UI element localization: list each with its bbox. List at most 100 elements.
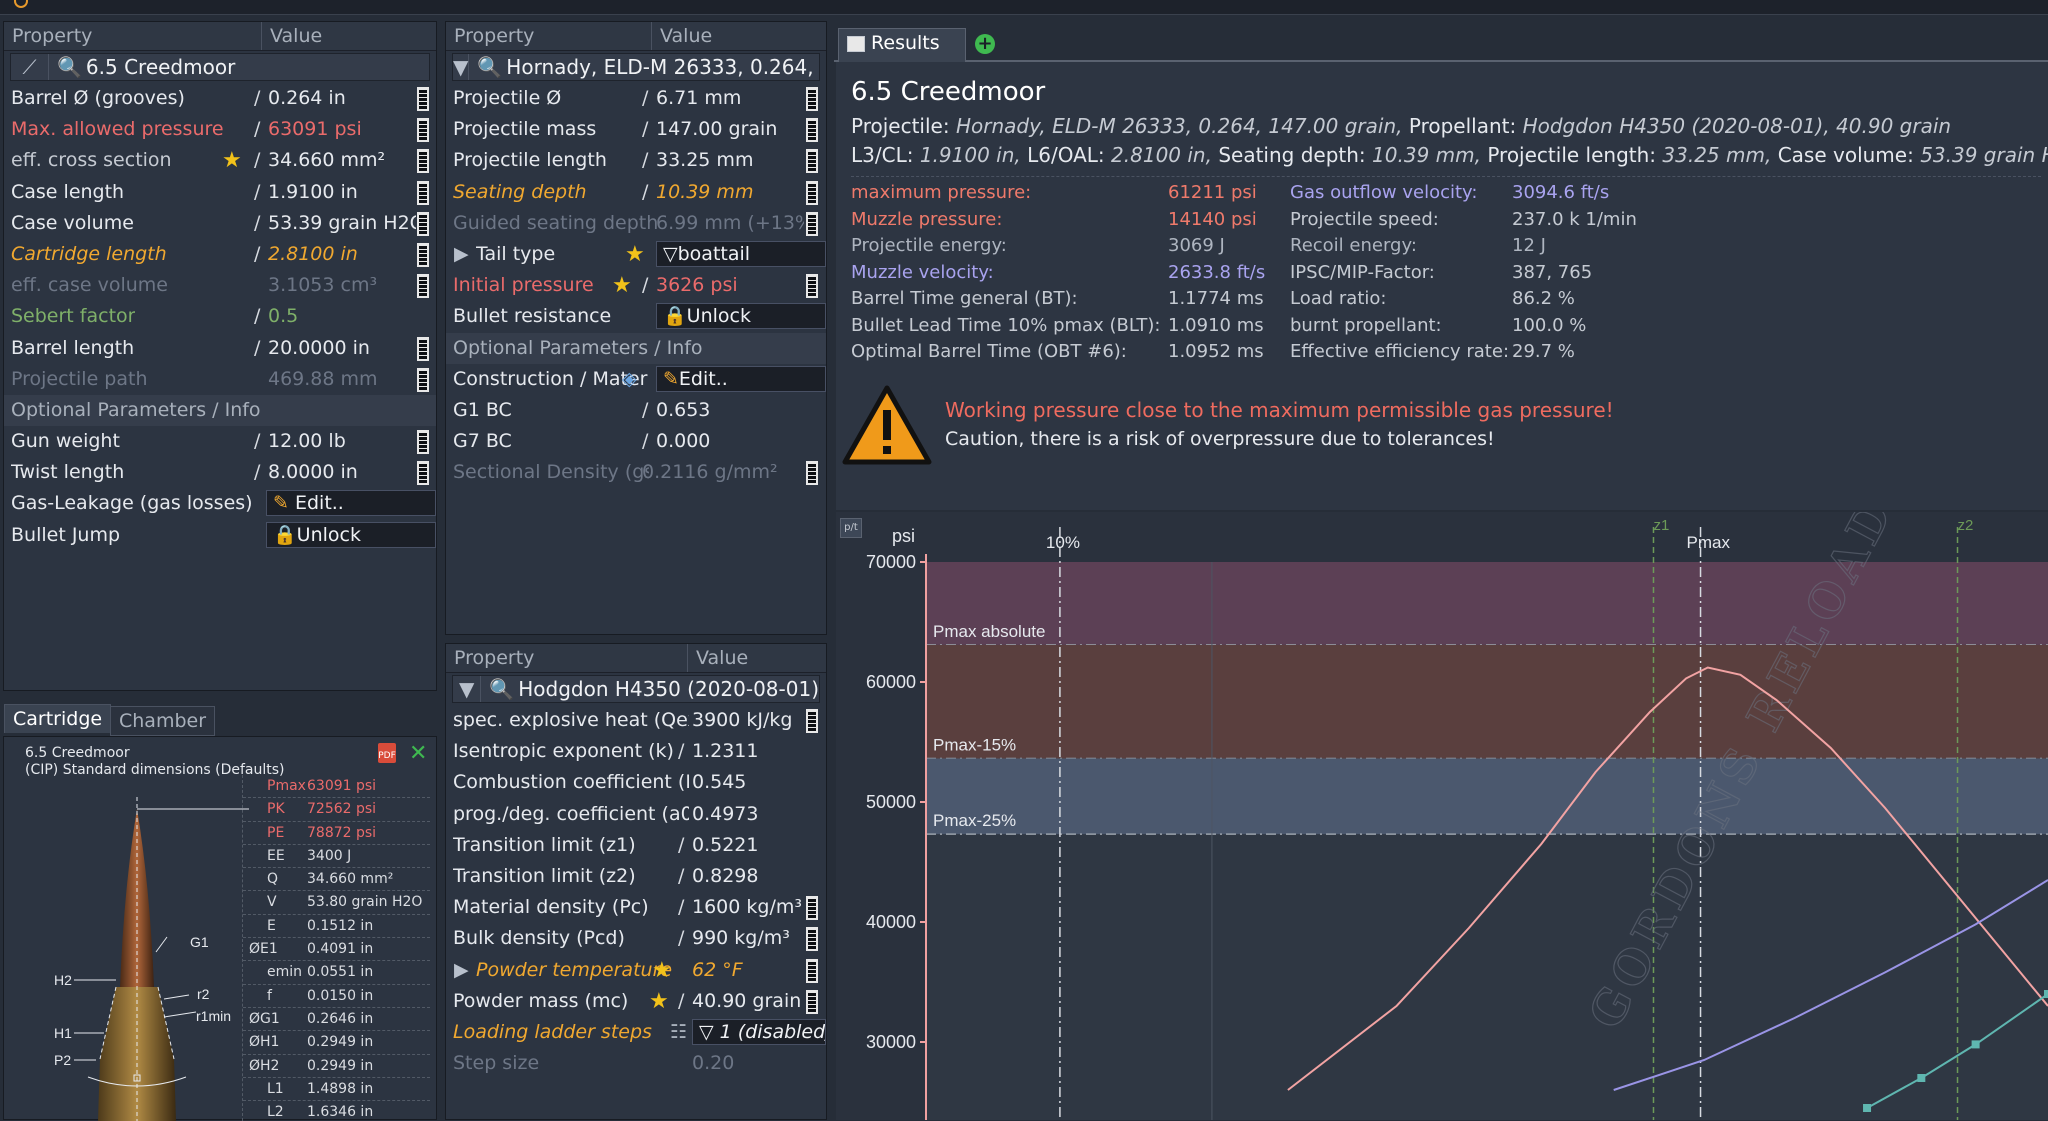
add-tab-icon[interactable]: +: [975, 34, 995, 54]
property-column-header[interactable]: Property: [446, 22, 652, 50]
prop-row-projectile-diameter[interactable]: Projectile Ø / 6.71 mm: [446, 83, 826, 114]
construction-edit-button[interactable]: ✎Edit..: [656, 365, 826, 392]
prop-row-powder-temperature[interactable]: ▶ Powder temperature (Pt)★ 62 °F: [446, 955, 826, 986]
prop-row-transition-z2[interactable]: Transition limit (z2) / 0.8298: [446, 861, 826, 892]
prop-row-cartridge-length[interactable]: Cartridge length / 2.8100 in: [4, 239, 436, 270]
property-column-header[interactable]: Property: [4, 22, 262, 50]
ruler-icon[interactable]: [806, 118, 818, 143]
prop-row-construction-material[interactable]: Construction / Material ◈ ✎Edit..: [446, 364, 826, 395]
star-icon[interactable]: ★: [612, 270, 632, 301]
prop-row-isentropic-exponent[interactable]: Isentropic exponent (k)/ 1.2311: [446, 736, 826, 767]
ruler-icon[interactable]: [417, 180, 429, 205]
expand-arrow-icon[interactable]: ▶: [454, 239, 469, 270]
ruler-icon[interactable]: [417, 118, 429, 143]
ruler-icon[interactable]: [417, 149, 429, 174]
gas-leakage-edit-button[interactable]: ✎ Edit..: [266, 490, 436, 517]
loading-ladder-dropdown[interactable]: ▽ 1 (disabled): [692, 1018, 826, 1045]
prop-row-bulk-density[interactable]: Bulk density (Pcd) / 990 kg/m³: [446, 923, 826, 954]
prop-row-projectile-path[interactable]: Projectile path 469.88 mm: [4, 364, 436, 395]
star-icon[interactable]: ★: [649, 986, 669, 1017]
prop-value[interactable]: 0.545: [692, 767, 746, 798]
prop-row-seating-depth[interactable]: Seating depth / 10.39 mm: [446, 177, 826, 208]
ruler-icon[interactable]: [806, 211, 818, 236]
ruler-icon[interactable]: [806, 180, 818, 205]
prop-row-tail-type[interactable]: ▶ Tail type ★ ▽boattail: [446, 239, 826, 270]
prop-row-projectile-length[interactable]: Projectile length / 33.25 mm: [446, 145, 826, 176]
prop-value[interactable]: 0.264 in: [268, 83, 346, 114]
pressure-chart[interactable]: Pmax absolute Pmax-15% Pmax-25% psi 70000 600…: [836, 512, 2048, 1120]
tail-type-dropdown[interactable]: ▽boattail: [656, 240, 826, 267]
section-optional-parameters[interactable]: Optional Parameters / Info: [4, 394, 436, 427]
cartridge-selector[interactable]: ⟋ 🔍 6.5 Creedmoor: [10, 53, 430, 81]
prop-row-eff-case-volume[interactable]: eff. case volume 3.1053 cm³: [4, 270, 436, 301]
ruler-icon[interactable]: [417, 367, 429, 392]
ruler-icon[interactable]: [417, 87, 429, 111]
ruler-icon[interactable]: [417, 242, 429, 267]
prop-value[interactable]: 8.0000 in: [268, 457, 358, 488]
prop-row-g1-bc[interactable]: G1 BC / 0.653: [446, 395, 826, 426]
ruler-icon[interactable]: [417, 461, 429, 486]
ruler-icon[interactable]: [417, 211, 429, 236]
prop-row-bullet-jump[interactable]: Bullet Jump 🔒Unlock: [4, 520, 436, 551]
chevron-down-icon[interactable]: ▼: [453, 54, 470, 80]
prop-value[interactable]: 147.00 grain: [656, 114, 777, 145]
prop-row-cross-section[interactable]: eff. cross section ★ / 34.660 mm²: [4, 145, 436, 176]
prop-row-step-size[interactable]: Step size 0.20: [446, 1048, 826, 1079]
prop-value[interactable]: 40.90 grain: [692, 986, 801, 1017]
rifle-icon[interactable]: ⟋: [11, 54, 49, 80]
bullet-jump-unlock-button[interactable]: 🔒Unlock: [266, 521, 436, 548]
prop-row-projectile-mass[interactable]: Projectile mass / 147.00 grain: [446, 114, 826, 145]
prop-value[interactable]: 62 °F: [692, 955, 743, 986]
propellant-selector[interactable]: ▼ 🔍 Hodgdon H4350 (2020-08-01): [452, 675, 820, 703]
star-icon[interactable]: ★: [222, 145, 242, 176]
projectile-selector[interactable]: ▼ 🔍 Hornady, ELD-M 26333, 0.264, 14: [452, 53, 820, 81]
prop-row-guided-seating-depth[interactable]: Guided seating depth 6.99 mm (+13%): [446, 208, 826, 239]
tab-chamber[interactable]: Chamber: [110, 706, 216, 736]
prop-value[interactable]: 0.653: [656, 395, 710, 426]
prop-value[interactable]: 3900 kJ/kg: [692, 705, 792, 736]
bullet-resistance-unlock-button[interactable]: 🔒Unlock: [656, 303, 826, 330]
prop-row-bullet-resistance[interactable]: Bullet resistance 🔒Unlock: [446, 301, 826, 332]
prop-row-material-density[interactable]: Material density (Pc) / 1600 kg/m³: [446, 892, 826, 923]
value-column-header[interactable]: Value: [652, 22, 720, 50]
prop-row-barrel-diameter[interactable]: Barrel Ø (grooves) / 0.264 in: [4, 83, 436, 114]
prop-value[interactable]: 1.9100 in: [268, 177, 358, 208]
prop-value[interactable]: 0.5: [268, 301, 298, 332]
ruler-icon[interactable]: [806, 87, 818, 111]
prop-value[interactable]: 0.5221: [692, 830, 758, 861]
prop-row-barrel-length[interactable]: Barrel length / 20.0000 in: [4, 333, 436, 364]
prop-row-sebert-factor[interactable]: Sebert factor / 0.5: [4, 301, 436, 332]
property-column-header[interactable]: Property: [446, 644, 688, 672]
prop-value[interactable]: 1.2311: [692, 736, 758, 767]
prop-value[interactable]: 10.39 mm: [656, 177, 753, 208]
section-optional-parameters[interactable]: Optional Parameters / Info: [446, 332, 826, 364]
ruler-icon[interactable]: [806, 274, 818, 299]
prop-value[interactable]: 3626 psi: [656, 270, 738, 301]
prop-value[interactable]: 34.660 mm²: [268, 145, 385, 176]
prop-value[interactable]: 990 kg/m³: [692, 923, 790, 954]
prop-value[interactable]: 63091 psi: [268, 114, 362, 145]
prop-row-g7-bc[interactable]: G7 BC / 0.000: [446, 426, 826, 457]
prop-row-sectional-density[interactable]: Sectional Density (gsd)0.2116 g/mm²: [446, 457, 826, 488]
diamond-icon[interactable]: ◈: [622, 364, 637, 395]
prop-row-max-pressure[interactable]: Max. allowed pressure / 63091 psi: [4, 114, 436, 145]
expand-arrow-icon[interactable]: ▶: [454, 955, 469, 986]
prop-value[interactable]: 0.4973: [692, 799, 758, 830]
star-icon[interactable]: ★: [625, 239, 645, 270]
prop-row-loading-ladder[interactable]: Loading ladder steps ☷ ▽ 1 (disabled): [446, 1017, 826, 1048]
prop-row-gas-leakage[interactable]: Gas-Leakage (gas losses) ✎ Edit..: [4, 488, 436, 519]
ruler-icon[interactable]: [806, 958, 818, 983]
ruler-icon[interactable]: [806, 149, 818, 174]
ruler-icon[interactable]: [806, 461, 818, 486]
prop-value[interactable]: 6.71 mm: [656, 83, 741, 114]
star-icon[interactable]: ★: [652, 955, 672, 986]
ruler-icon[interactable]: [417, 274, 429, 299]
prop-value[interactable]: 12.00 lb: [268, 426, 346, 457]
prop-row-case-length[interactable]: Case length / 1.9100 in: [4, 177, 436, 208]
prop-value[interactable]: 33.25 mm: [656, 145, 753, 176]
prop-row-explosive-heat[interactable]: spec. explosive heat (Qex) 3900 kJ/kg: [446, 705, 826, 736]
chevron-down-icon[interactable]: ▼: [453, 676, 482, 702]
prop-row-twist-length[interactable]: Twist length / 8.0000 in: [4, 457, 436, 488]
prop-value[interactable]: 0.8298: [692, 861, 758, 892]
prop-row-prog-deg-coefficient[interactable]: prog./deg. coefficient (a0) 0.4973: [446, 799, 826, 830]
